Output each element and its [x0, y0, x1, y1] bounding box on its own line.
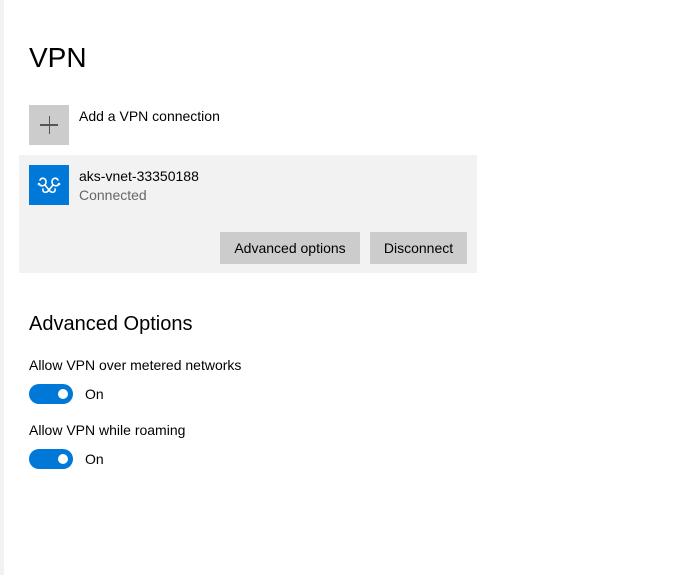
window-left-edge	[0, 0, 4, 575]
metered-networks-label: Allow VPN over metered networks	[29, 357, 242, 373]
vpn-icon	[29, 165, 69, 205]
advanced-options-button[interactable]: Advanced options	[220, 232, 360, 264]
page-title: VPN	[29, 42, 87, 73]
vpn-settings-page: VPN Add a VPN connection aks-vnet-333501…	[0, 0, 675, 575]
toggle-knob	[58, 454, 68, 464]
disconnect-button[interactable]: Disconnect	[370, 232, 467, 264]
metered-networks-toggle-state: On	[85, 386, 104, 402]
vpn-connection-name: aks-vnet-33350188	[79, 168, 199, 184]
add-vpn-connection-button[interactable]: Add a VPN connection	[29, 105, 220, 145]
metered-networks-toggle[interactable]	[29, 384, 73, 404]
vpn-connection-status: Connected	[79, 187, 147, 203]
add-vpn-connection-label: Add a VPN connection	[79, 108, 220, 124]
advanced-options-heading: Advanced Options	[29, 313, 193, 335]
metered-networks-toggle-row: On	[29, 384, 104, 404]
roaming-toggle-state: On	[85, 451, 104, 467]
vpn-connection-card[interactable]: aks-vnet-33350188 Connected Advanced opt…	[19, 155, 477, 273]
roaming-toggle-row: On	[29, 449, 104, 469]
toggle-knob	[58, 389, 68, 399]
roaming-label: Allow VPN while roaming	[29, 422, 186, 438]
roaming-toggle[interactable]	[29, 449, 73, 469]
plus-icon	[29, 105, 69, 145]
